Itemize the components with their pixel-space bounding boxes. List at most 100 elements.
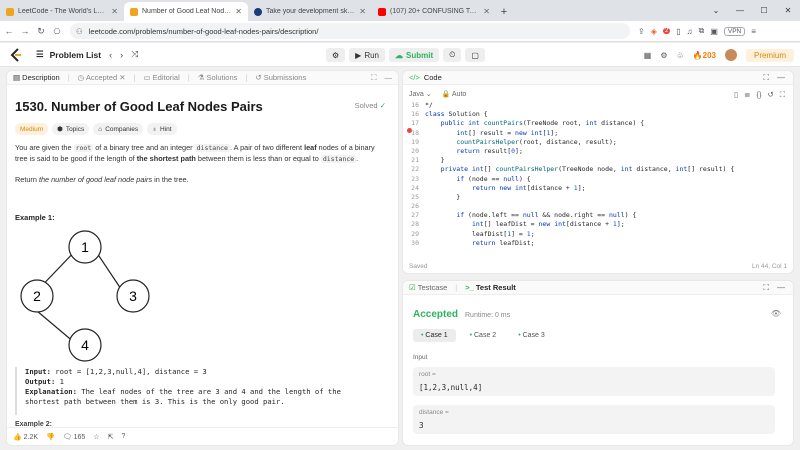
maximize-icon[interactable]: ☐ [752,6,776,15]
share-icon[interactable]: ⇪ [638,27,645,36]
notes-icon[interactable]: ▢ [465,48,485,62]
code-line[interactable]: 30 return leafDist; [403,239,793,248]
code-line[interactable]: 25 } [403,193,793,202]
expand-icon[interactable]: ⛶ [763,283,769,293]
help-icon[interactable]: ? [121,433,125,440]
rewards-badge[interactable]: 2 [662,28,671,34]
premium-button[interactable]: Premium [745,48,794,62]
fullscreen-icon[interactable]: ⛶ [780,90,785,100]
extensions-icon[interactable]: ⧉ [699,26,705,36]
menu-icon[interactable]: ≡ [751,27,756,36]
code-line[interactable]: 26 [403,202,793,211]
dislike-icon[interactable]: 👎 [46,433,55,441]
music-icon[interactable]: ♫ [687,27,693,36]
next-problem-icon[interactable]: › [120,50,123,60]
reset-icon[interactable]: ↺ [767,90,773,100]
tab-solutions[interactable]: ⚗ Solutions [198,73,238,82]
tab-submissions[interactable]: ↺ Submissions [255,73,306,82]
code-line[interactable]: 21 } [403,156,793,165]
prev-problem-icon[interactable]: ‹ [109,50,112,60]
browser-tab-problem[interactable]: Number of Good Leaf Nodes Pai ✕ [124,2,248,21]
submit-button[interactable]: ☁ Submit [389,48,440,62]
debug-button[interactable]: ⚙ [326,48,346,62]
run-button[interactable]: ▶ Run [349,48,386,62]
timer-icon[interactable]: ⏲ [443,48,462,62]
braces-icon[interactable]: {} [756,90,761,100]
code-line[interactable]: 19 countPairsHelper(root, distance, resu… [403,138,793,147]
eye-icon[interactable]: 👁 [771,309,781,318]
tab-accepted[interactable]: ◷ Accepted ✕ [78,73,126,82]
comment-button[interactable]: 🗨 165 [63,433,86,441]
language-select[interactable]: Java ⌄ [409,90,432,98]
tab-test-result[interactable]: >_ Test Result [465,283,516,292]
code-line[interactable]: 16 */ [403,101,793,110]
desc-text: in the tree. [152,175,189,184]
close-tab-icon[interactable]: ✕ [359,7,366,16]
back-icon[interactable]: ← [2,26,16,36]
code-line[interactable]: 17 public int countPairs(TreeNode root, … [403,119,793,128]
tab-search-icon[interactable]: ⌄ [704,6,728,15]
leetcode-logo-icon[interactable] [10,47,22,62]
line-number: 22 [411,165,419,174]
wallet-icon[interactable]: ▣ [710,27,718,36]
minimize-panel-icon[interactable]: — [777,73,785,83]
browser-tab-leetcode[interactable]: LeetCode - The World's Leading Onl ✕ [0,2,124,21]
brave-shield-icon[interactable]: ◈ [651,27,657,36]
browser-tab-youtube[interactable]: (107) 20+ CONFUSING Terms in Sho ✕ [372,2,496,21]
shuffle-icon[interactable]: ⤨ [131,49,138,60]
minimize-panel-icon[interactable]: — [777,283,785,293]
share-icon[interactable]: ⇱ [108,433,114,441]
close-tab-icon[interactable]: ✕ [483,7,490,16]
site-info-icon[interactable]: ⚇ [76,27,83,36]
result-status: Accepted [413,309,459,320]
streak-counter[interactable]: 🔥203 [693,51,716,60]
close-tab-icon[interactable]: ✕ [235,7,242,16]
code-line[interactable]: 23 if (node == null) { [403,175,793,184]
sidebar-icon[interactable]: ▯ [676,27,680,36]
auto-toggle[interactable]: 🔒 Auto [442,90,467,98]
reload-icon[interactable]: ↻ [34,26,48,37]
code-line[interactable]: 28 int[] leafDist = new int[distance + 1… [403,220,793,229]
tab-description[interactable]: ▤ Description [13,73,60,82]
settings-icon[interactable]: ⚙ [660,51,667,60]
minimize-icon[interactable]: — [728,6,752,15]
bookmark-icon[interactable]: ▯ [734,90,738,100]
case-label: Case 2 [474,332,497,339]
hint-chip[interactable]: ♁ Hint [147,123,177,135]
case-tab-3[interactable]: • Case 3 [510,329,553,342]
notification-icon[interactable]: ♧ [676,51,683,60]
bookmark-icon[interactable]: ⎔ [50,27,64,36]
layout-icon[interactable]: ▦ [644,51,652,60]
problem-list-link[interactable]: ☰ Problem List [36,49,101,60]
like-button[interactable]: 👍 2.2K [13,433,38,441]
star-icon[interactable]: ☆ [93,433,99,441]
tab-testcase[interactable]: ☑ Testcase [409,283,447,292]
expand-icon[interactable]: ⛶ [371,73,376,83]
new-tab-button[interactable]: + [496,2,512,21]
vpn-button[interactable]: VPN [723,26,746,36]
code-line[interactable]: 29 leafDist[1] = 1; [403,230,793,239]
code-line[interactable]: 27 if (node.left == null && node.right =… [403,211,793,220]
forward-icon[interactable]: → [18,26,32,36]
companies-chip[interactable]: ⌂ Companies [93,123,144,135]
url-field[interactable]: ⚇ leetcode.com/problems/number-of-good-l… [70,23,630,39]
code-line[interactable]: 22 private int[] countPairsHelper(TreeNo… [403,165,793,174]
code-text: return new int[distance + 1]; [471,183,586,192]
expand-icon[interactable]: ⛶ [763,73,769,83]
code-tab-label[interactable]: Code [424,73,442,82]
topics-chip[interactable]: ⬢ Topics [52,123,90,135]
tab-editorial[interactable]: ▭ Editorial [143,73,179,82]
avatar[interactable] [724,49,737,61]
close-tab-icon[interactable]: ✕ [111,7,118,16]
case-tab-2[interactable]: • Case 2 [462,329,505,342]
code-line[interactable]: 16 class Solution { [403,110,793,119]
case-tab-1[interactable]: • Case 1 [413,329,456,342]
code-line[interactable]: 18 int[] result = new int[1]; [403,129,793,138]
minimize-panel-icon[interactable]: — [385,73,393,82]
code-line[interactable]: 20 return result[0]; [403,147,793,156]
close-window-icon[interactable]: ✕ [776,6,800,15]
browser-tab-dev[interactable]: Take your development skills from 0 ✕ [248,2,372,21]
code-area[interactable]: 16 */16 class Solution {17 public int coun… [403,101,793,248]
format-icon[interactable]: ≣ [744,90,750,100]
code-line[interactable]: 24 return new int[distance + 1]; [403,184,793,193]
